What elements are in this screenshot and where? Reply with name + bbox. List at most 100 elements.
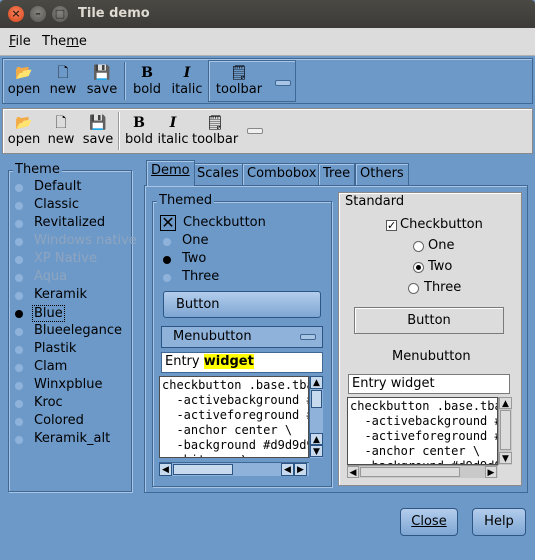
- std-toolbar-menu-handle[interactable]: [247, 128, 263, 134]
- std-toolbar-italic-label: italic: [157, 132, 189, 147]
- text-line: -bitmap \: [162, 453, 306, 457]
- tab-combobox[interactable]: Combobox: [242, 163, 322, 185]
- theme-radio-keramik-alt[interactable]: Keramik_alt: [15, 431, 133, 449]
- scroll-up-icon[interactable]: ▲: [310, 433, 323, 445]
- std-toolbar-new-button[interactable]: 🗋 new: [45, 111, 77, 151]
- scroll-right-icon[interactable]: ▶: [294, 463, 307, 476]
- theme-radio-blueelegance[interactable]: Blueelegance: [15, 323, 133, 341]
- radio-indicator: [15, 256, 23, 264]
- theme-radio-revitalized[interactable]: Revitalized: [15, 215, 133, 233]
- theme-radio-xp-native: XP Native: [15, 251, 133, 269]
- scroll-left-icon[interactable]: ◀: [347, 466, 359, 478]
- themed-text[interactable]: checkbutton .base.tba -activebackground …: [159, 376, 309, 458]
- theme-radio-winxpblue[interactable]: Winxpblue: [15, 377, 133, 395]
- title-bar: × – □ Tile demo: [0, 0, 535, 28]
- theme-radio-classic[interactable]: Classic: [15, 197, 133, 215]
- themed-menubutton[interactable]: Menubutton: [161, 326, 323, 348]
- standard-text[interactable]: checkbutton .base.tba -activebackground …: [347, 397, 498, 465]
- std-toolbar-bold-button[interactable]: B bold: [123, 111, 155, 151]
- themed-menubutton-label: Menubutton: [173, 329, 252, 344]
- toolbar-toolbar-button[interactable]: 🗒 toolbar: [208, 60, 296, 102]
- themed-button[interactable]: Button: [163, 291, 321, 318]
- toolbar-menu-handle[interactable]: [275, 80, 291, 86]
- tab-demo[interactable]: Demo: [146, 160, 195, 186]
- standard-frame-label: Standard: [343, 194, 407, 209]
- text-line: -anchor center \: [350, 444, 481, 458]
- std-toolbar-toolbar-button[interactable]: 🗒 toolbar: [192, 111, 238, 151]
- themed-vertical-scrollbar[interactable]: ▲ ▲ ▼: [309, 376, 323, 458]
- theme-radio-kroc[interactable]: Kroc: [15, 395, 133, 413]
- tab-tree[interactable]: Tree: [318, 163, 356, 185]
- toolbar-open-button[interactable]: 📂 open: [7, 61, 41, 101]
- themed-radio-one[interactable]: One: [163, 233, 243, 251]
- themed-entry[interactable]: Entry widget: [161, 352, 323, 373]
- radio-indicator: [15, 436, 23, 444]
- tab-scales[interactable]: Scales: [192, 163, 244, 185]
- text-line: -activeforeground #: [162, 408, 309, 422]
- standard-checkbox[interactable]: ✓: [386, 220, 397, 231]
- window-maximize-button[interactable]: □: [52, 6, 68, 22]
- theme-radio-label: Kroc: [34, 395, 63, 410]
- theme-radio-clam[interactable]: Clam: [15, 359, 133, 377]
- standard-radio-three[interactable]: [408, 283, 419, 294]
- std-toolbar-italic-button[interactable]: I italic: [156, 111, 190, 151]
- scroll-up-icon[interactable]: ▲: [499, 397, 512, 409]
- new-file-icon: 🗋: [57, 65, 69, 81]
- scroll-down-icon[interactable]: ▼: [310, 445, 323, 457]
- toolbar-save-button[interactable]: 💾 save: [85, 61, 119, 101]
- theme-radio-keramik[interactable]: Keramik: [15, 287, 133, 305]
- text-line: -activebackground #: [162, 393, 309, 407]
- close-button[interactable]: Close: [400, 508, 458, 536]
- menu-file[interactable]: File: [9, 34, 31, 49]
- scroll-right-icon[interactable]: ▶: [485, 466, 497, 478]
- theme-radio-label: Clam: [34, 359, 68, 374]
- scroll-thumb[interactable]: [360, 467, 460, 477]
- theme-radio-label: Windows native: [34, 233, 137, 248]
- themed-horizontal-scrollbar[interactable]: ◀ ◀ ▶: [159, 462, 309, 476]
- scroll-left-icon[interactable]: ◀: [159, 463, 172, 476]
- standard-menubutton[interactable]: Menubutton: [392, 349, 471, 364]
- themed-radio-two[interactable]: Two: [163, 251, 243, 269]
- standard-radio-one[interactable]: [413, 241, 424, 252]
- standard-radio-two[interactable]: [413, 262, 424, 273]
- standard-vertical-scrollbar[interactable]: ▲ ▼: [498, 397, 512, 465]
- radio-indicator: [15, 328, 23, 336]
- italic-icon: I: [169, 115, 177, 131]
- toolbar-bold-button[interactable]: B bold: [131, 61, 163, 101]
- std-toolbar-open-button[interactable]: 📂 open: [7, 111, 41, 151]
- theme-radio-label: Revitalized: [34, 215, 106, 230]
- help-button[interactable]: Help: [472, 508, 526, 536]
- toolbar-icon: 🗒: [230, 65, 248, 81]
- scroll-left-icon[interactable]: ◀: [281, 463, 294, 476]
- window-minimize-button[interactable]: –: [30, 6, 46, 22]
- scroll-up-icon[interactable]: ▲: [310, 376, 323, 389]
- theme-radio-blue[interactable]: Blue: [15, 305, 133, 323]
- themed-radio-three[interactable]: Three: [163, 269, 243, 287]
- toolbar-bold-label: bold: [132, 82, 162, 97]
- toolbar-open-label: open: [7, 82, 41, 97]
- std-toolbar-save-label: save: [82, 132, 114, 147]
- radio-indicator: [15, 184, 23, 192]
- themed-checkbox[interactable]: ✕: [160, 215, 176, 231]
- scroll-thumb[interactable]: [500, 410, 511, 450]
- scroll-thumb[interactable]: [173, 464, 233, 475]
- toolbar-icon: 🗒: [206, 115, 224, 131]
- toolbar-new-button[interactable]: 🗋 new: [47, 61, 79, 101]
- tab-others[interactable]: Others: [355, 163, 409, 185]
- scroll-thumb[interactable]: [311, 390, 322, 408]
- standard-horizontal-scrollbar[interactable]: ◀ ▶: [347, 465, 498, 478]
- theme-radio-label: Colored: [34, 413, 84, 428]
- standard-entry[interactable]: Entry widget: [348, 374, 510, 394]
- toolbar-italic-button[interactable]: I italic: [169, 61, 205, 101]
- menu-theme[interactable]: Theme: [42, 34, 87, 49]
- std-toolbar-bold-label: bold: [124, 132, 154, 147]
- radio-indicator: [163, 274, 171, 282]
- scroll-down-icon[interactable]: ▼: [499, 452, 512, 464]
- standard-button[interactable]: Button: [354, 307, 504, 334]
- theme-radio-default[interactable]: Default: [15, 179, 133, 197]
- std-toolbar-save-button[interactable]: 💾 save: [81, 111, 115, 151]
- window-close-button[interactable]: ×: [8, 6, 24, 22]
- theme-radio-label: Keramik_alt: [34, 431, 111, 446]
- theme-radio-colored[interactable]: Colored: [15, 413, 133, 431]
- theme-radio-plastik[interactable]: Plastik: [15, 341, 133, 359]
